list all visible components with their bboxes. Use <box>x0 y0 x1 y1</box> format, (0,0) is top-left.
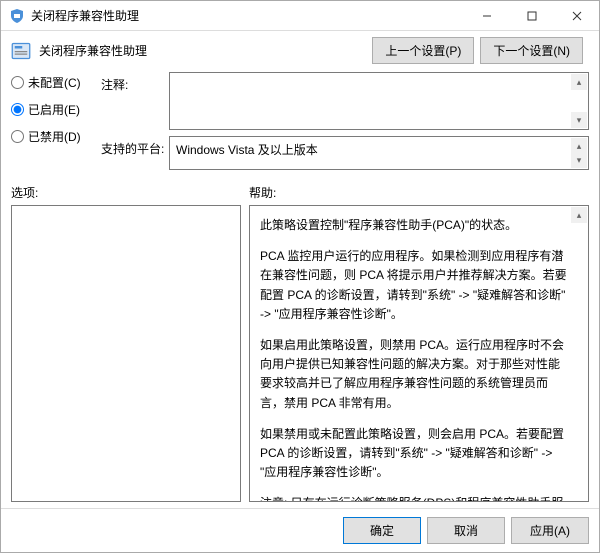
next-setting-button[interactable]: 下一个设置(N) <box>480 37 583 64</box>
radio-label: 未配置(C) <box>28 74 81 91</box>
apply-button[interactable]: 应用(A) <box>511 517 589 544</box>
cancel-button[interactable]: 取消 <box>427 517 505 544</box>
help-paragraph: 注意: 只有在运行诊断策略服务(DPS)和程序兼容性助手服务后，才能运行 PCA… <box>260 494 570 502</box>
config-area: 未配置(C) 已启用(E) 已禁用(D) 注释: ▴ ▾ 支持的平台: Wind… <box>1 70 599 174</box>
close-button[interactable] <box>554 1 599 30</box>
options-label: 选项: <box>11 184 249 201</box>
radio-label: 已启用(E) <box>28 101 80 118</box>
scroll-up-icon[interactable]: ▴ <box>571 74 587 90</box>
page-title: 关闭程序兼容性助理 <box>39 42 372 59</box>
radio-enabled-input[interactable] <box>11 103 24 116</box>
window-controls <box>464 1 599 30</box>
comment-input[interactable]: ▴ ▾ <box>169 72 589 130</box>
options-panel <box>11 205 241 502</box>
help-paragraph: 如果启用此策略设置，则禁用 PCA。运行应用程序时不会向用户提供已知兼容性问题的… <box>260 336 570 413</box>
radio-not-configured-input[interactable] <box>11 76 24 89</box>
minimize-button[interactable] <box>464 1 509 30</box>
radio-group: 未配置(C) 已启用(E) 已禁用(D) <box>11 72 101 170</box>
titlebar: 关闭程序兼容性助理 <box>1 1 599 31</box>
prev-setting-button[interactable]: 上一个设置(P) <box>372 37 474 64</box>
platforms-label: 支持的平台: <box>101 136 169 170</box>
footer: 确定 取消 应用(A) <box>1 508 599 552</box>
scroll-down-icon[interactable]: ▾ <box>571 152 587 168</box>
radio-disabled-input[interactable] <box>11 130 24 143</box>
policy-icon <box>9 8 25 24</box>
policy-header-icon <box>11 41 31 61</box>
comment-label: 注释: <box>101 72 169 130</box>
platforms-value: Windows Vista 及以上版本 <box>176 143 318 157</box>
scroll-down-icon[interactable]: ▾ <box>571 112 587 128</box>
help-paragraph: 此策略设置控制"程序兼容性助手(PCA)"的状态。 <box>260 216 570 235</box>
scroll-up-icon[interactable]: ▴ <box>571 207 587 223</box>
radio-not-configured[interactable]: 未配置(C) <box>11 74 101 91</box>
help-paragraph: 如果禁用或未配置此策略设置，则会启用 PCA。若要配置 PCA 的诊断设置，请转… <box>260 425 570 483</box>
radio-label: 已禁用(D) <box>28 128 81 145</box>
radio-enabled[interactable]: 已启用(E) <box>11 101 101 118</box>
section-labels: 选项: 帮助: <box>1 174 599 205</box>
help-panel: ▴ 此策略设置控制"程序兼容性助手(PCA)"的状态。 PCA 监控用户运行的应… <box>249 205 589 502</box>
help-paragraph: PCA 监控用户运行的应用程序。如果检测到应用程序有潜在兼容性问题，则 PCA … <box>260 247 570 324</box>
help-label: 帮助: <box>249 184 276 201</box>
ok-button[interactable]: 确定 <box>343 517 421 544</box>
header: 关闭程序兼容性助理 上一个设置(P) 下一个设置(N) <box>1 31 599 70</box>
maximize-button[interactable] <box>509 1 554 30</box>
window-title: 关闭程序兼容性助理 <box>31 7 464 24</box>
platforms-box: Windows Vista 及以上版本 ▴ ▾ <box>169 136 589 170</box>
radio-disabled[interactable]: 已禁用(D) <box>11 128 101 145</box>
main-content: ▴ 此策略设置控制"程序兼容性助手(PCA)"的状态。 PCA 监控用户运行的应… <box>1 205 599 508</box>
